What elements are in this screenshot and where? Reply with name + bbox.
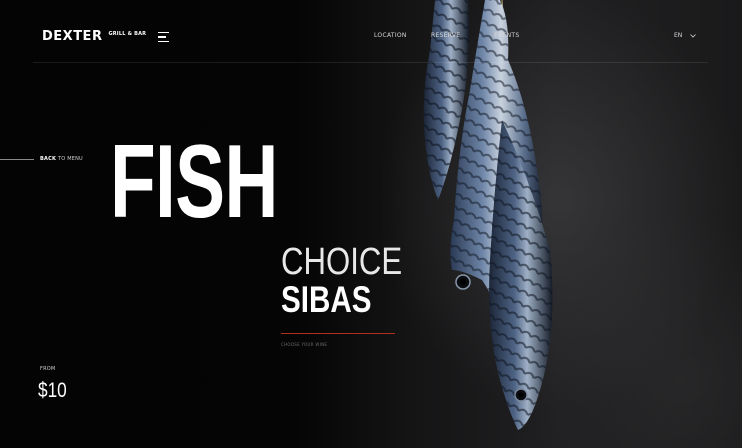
back-line	[0, 158, 34, 160]
chevron-down-icon	[690, 33, 697, 38]
nav-item-events[interactable]: EVENTS	[494, 32, 519, 39]
nav-item-reserve[interactable]: RESERVE	[431, 32, 460, 39]
header-divider	[33, 62, 708, 63]
nav-item-location[interactable]: LOCATION	[374, 32, 407, 39]
dish-line-1: CHOICE	[281, 241, 403, 283]
dish-line-2: SIBAS	[281, 279, 372, 320]
choose-wine-hint[interactable]: CHOOSE YOUR WINE	[281, 342, 327, 347]
price-label: FROM	[40, 366, 56, 372]
hamburger-menu-icon[interactable]	[158, 32, 169, 42]
language-selector[interactable]: EN	[674, 32, 697, 39]
back-label-rest: TO MENU	[58, 156, 83, 162]
category-heading: FISH	[110, 124, 278, 240]
back-to-menu-link[interactable]: BACK TO MENU	[0, 156, 83, 162]
hanging-fish-image	[423, 0, 553, 430]
logo-subtitle: GRILL & BAR	[108, 31, 147, 37]
price-value: $10	[38, 379, 67, 402]
back-label-bold: BACK	[40, 156, 57, 162]
accent-divider	[281, 333, 395, 334]
brand[interactable]: DEXTER GRILL & BAR	[42, 29, 146, 44]
language-current: EN	[674, 32, 683, 39]
logo: DEXTER	[42, 29, 103, 44]
